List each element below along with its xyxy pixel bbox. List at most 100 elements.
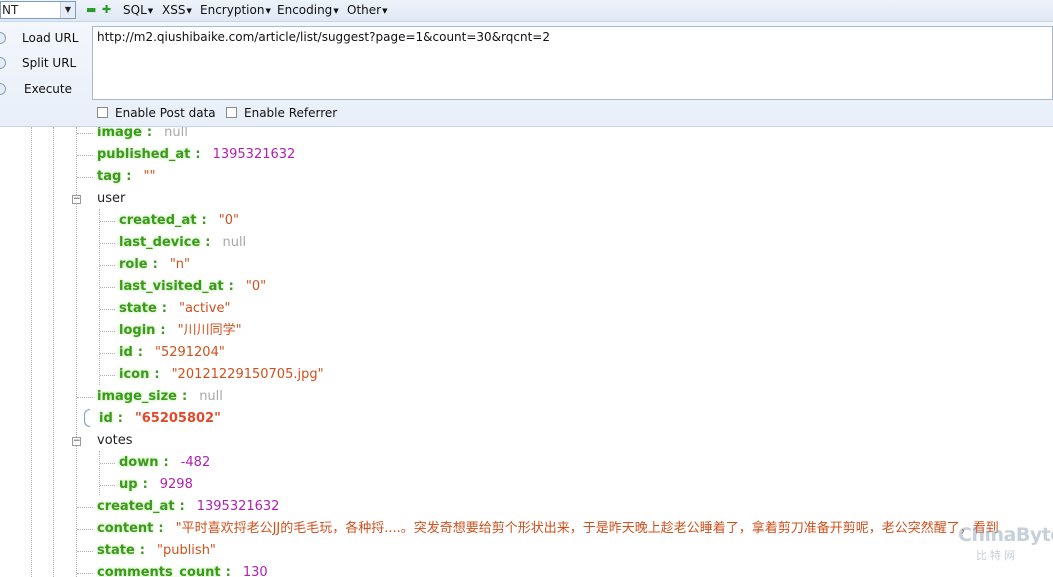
json-key: state (97, 543, 135, 558)
json-node-name: user (97, 191, 126, 206)
url-panel: Load URL Split URL Execute http://m2.qiu… (0, 22, 1053, 127)
load-url-label: Load URL (22, 31, 79, 45)
json-key: id (119, 345, 133, 360)
tree-row-image[interactable]: image: null (97, 127, 188, 144)
enable-post-checkbox-box[interactable] (97, 107, 108, 118)
tree-guide-line (99, 209, 100, 385)
tree-guide-line (53, 127, 54, 577)
json-value: "65205802" (134, 411, 221, 426)
tree-row-user-id[interactable]: id: "5291204" (119, 342, 225, 364)
json-key: up (119, 477, 138, 492)
selection-marker (84, 409, 90, 427)
tree-connector (77, 573, 93, 574)
tree-row-last-visited-at[interactable]: last_visited_at: "0" (119, 276, 266, 298)
tree-row-login[interactable]: login: "川川同学" (119, 320, 242, 342)
tree-row-image-size[interactable]: image_size: null (97, 386, 223, 408)
tree-connector (77, 529, 93, 530)
tree-row-created-at-root[interactable]: created_at:1395321632 (97, 496, 279, 518)
url-input[interactable]: http://m2.qiushibaike.com/article/list/s… (92, 26, 1053, 100)
plus-icon[interactable]: ✚ (102, 4, 111, 16)
json-separator: : (160, 323, 166, 338)
json-value: "0" (245, 279, 267, 294)
chevron-down-icon: ▼ (60, 2, 75, 18)
json-separator: : (137, 345, 143, 360)
json-value: null (222, 235, 247, 250)
tree-connector (77, 507, 93, 508)
json-separator: : (152, 257, 158, 272)
json-value: "5291204" (154, 345, 225, 360)
menu-other[interactable]: Other▼ (347, 2, 387, 19)
json-key: published_at (97, 147, 191, 162)
json-key: comments_count (97, 565, 221, 577)
json-key: state (119, 301, 157, 316)
json-key: role (119, 257, 148, 272)
minus-icon[interactable]: ▬ (86, 4, 96, 16)
json-separator: : (181, 389, 188, 404)
json-separator: : (195, 147, 201, 162)
json-value: "0" (218, 213, 239, 228)
menu-sql[interactable]: SQL▼ (123, 2, 153, 19)
json-separator: : (126, 169, 132, 184)
json-separator: : (228, 279, 234, 294)
execute-icon (0, 83, 6, 95)
json-value: 130 (242, 565, 268, 577)
tree-connector (100, 463, 115, 464)
json-tree-view: image: null published_at:1395321632 tag: "… (0, 127, 1053, 577)
tree-connector (77, 551, 93, 552)
collapse-toggle-icon[interactable]: − (72, 195, 81, 204)
json-key: content (97, 521, 154, 536)
json-key: created_at (97, 499, 175, 514)
tree-row-up[interactable]: up:9298 (119, 474, 193, 496)
load-url-icon (0, 32, 6, 44)
tree-row-down[interactable]: down: -482 (119, 452, 210, 474)
tree-connector (77, 397, 93, 398)
enable-referrer-checkbox-box[interactable] (226, 107, 237, 118)
chevron-down-icon: ▼ (186, 6, 192, 15)
json-separator: : (142, 477, 148, 492)
tree-node-user[interactable]: user (97, 188, 125, 210)
collapse-toggle-icon[interactable]: − (72, 437, 81, 446)
toolbar-dropdown-value: NT (2, 3, 19, 17)
json-key: last_visited_at (119, 279, 224, 294)
json-value: "川川同学" (177, 323, 242, 338)
tree-connector (100, 353, 115, 354)
menu-xss[interactable]: XSS▼ (162, 2, 192, 19)
json-separator: : (163, 455, 169, 470)
json-separator: : (179, 499, 185, 514)
hackbar-toolbar: NT ▼ ▬ ✚ SQL▼ XSS▼ Encryption▼ Encoding▼… (0, 0, 1053, 22)
json-separator: : (201, 213, 207, 228)
tree-row-published-at[interactable]: published_at:1395321632 (97, 144, 295, 166)
tree-row-state[interactable]: state: "active" (119, 298, 230, 320)
json-key: down (119, 455, 159, 470)
json-separator: : (154, 367, 160, 382)
chevron-down-icon: ▼ (147, 6, 154, 15)
tree-row-tag[interactable]: tag: "" (97, 166, 155, 188)
toolbar-dropdown[interactable]: NT ▼ (0, 1, 76, 19)
split-url-icon (0, 57, 6, 69)
json-value: null (164, 127, 188, 140)
json-node-name: votes (97, 433, 133, 448)
chevron-down-icon: ▼ (382, 6, 388, 15)
tree-row-content[interactable]: content: "平时喜欢捋老公JJ的毛毛玩，各种捋....。突发奇想要给剪个形… (97, 518, 1053, 540)
tree-row-comments-count[interactable]: comments_count:130 (97, 562, 268, 577)
json-value: "平时喜欢捋老公JJ的毛毛玩，各种捋....。突发奇想要给剪个形状出来，于是昨天… (175, 521, 999, 536)
tree-guide-line (31, 127, 32, 577)
tree-row-id-selected[interactable]: id: "65205802" (99, 408, 221, 430)
json-key: tag (97, 169, 122, 184)
json-key: image (97, 127, 142, 140)
menu-encoding-label: Encoding (277, 3, 333, 17)
menu-encryption[interactable]: Encryption▼ (200, 2, 271, 19)
menu-encoding[interactable]: Encoding▼ (277, 2, 339, 19)
tree-row-icon[interactable]: icon: "20121229150705.jpg" (119, 364, 324, 386)
tree-row-created-at[interactable]: created_at: "0" (119, 210, 239, 232)
json-value: -482 (180, 455, 211, 470)
tree-row-last-device[interactable]: last_device: null (119, 232, 246, 254)
tree-connector (100, 309, 115, 310)
tree-node-votes[interactable]: votes (97, 430, 133, 452)
menu-other-label: Other (347, 3, 382, 17)
json-separator: : (117, 411, 123, 426)
tree-row-state-root[interactable]: state: "publish" (97, 540, 216, 562)
tree-row-role[interactable]: role: "n" (119, 254, 190, 276)
tree-guide-line (99, 451, 100, 495)
split-url-label: Split URL (22, 56, 77, 70)
